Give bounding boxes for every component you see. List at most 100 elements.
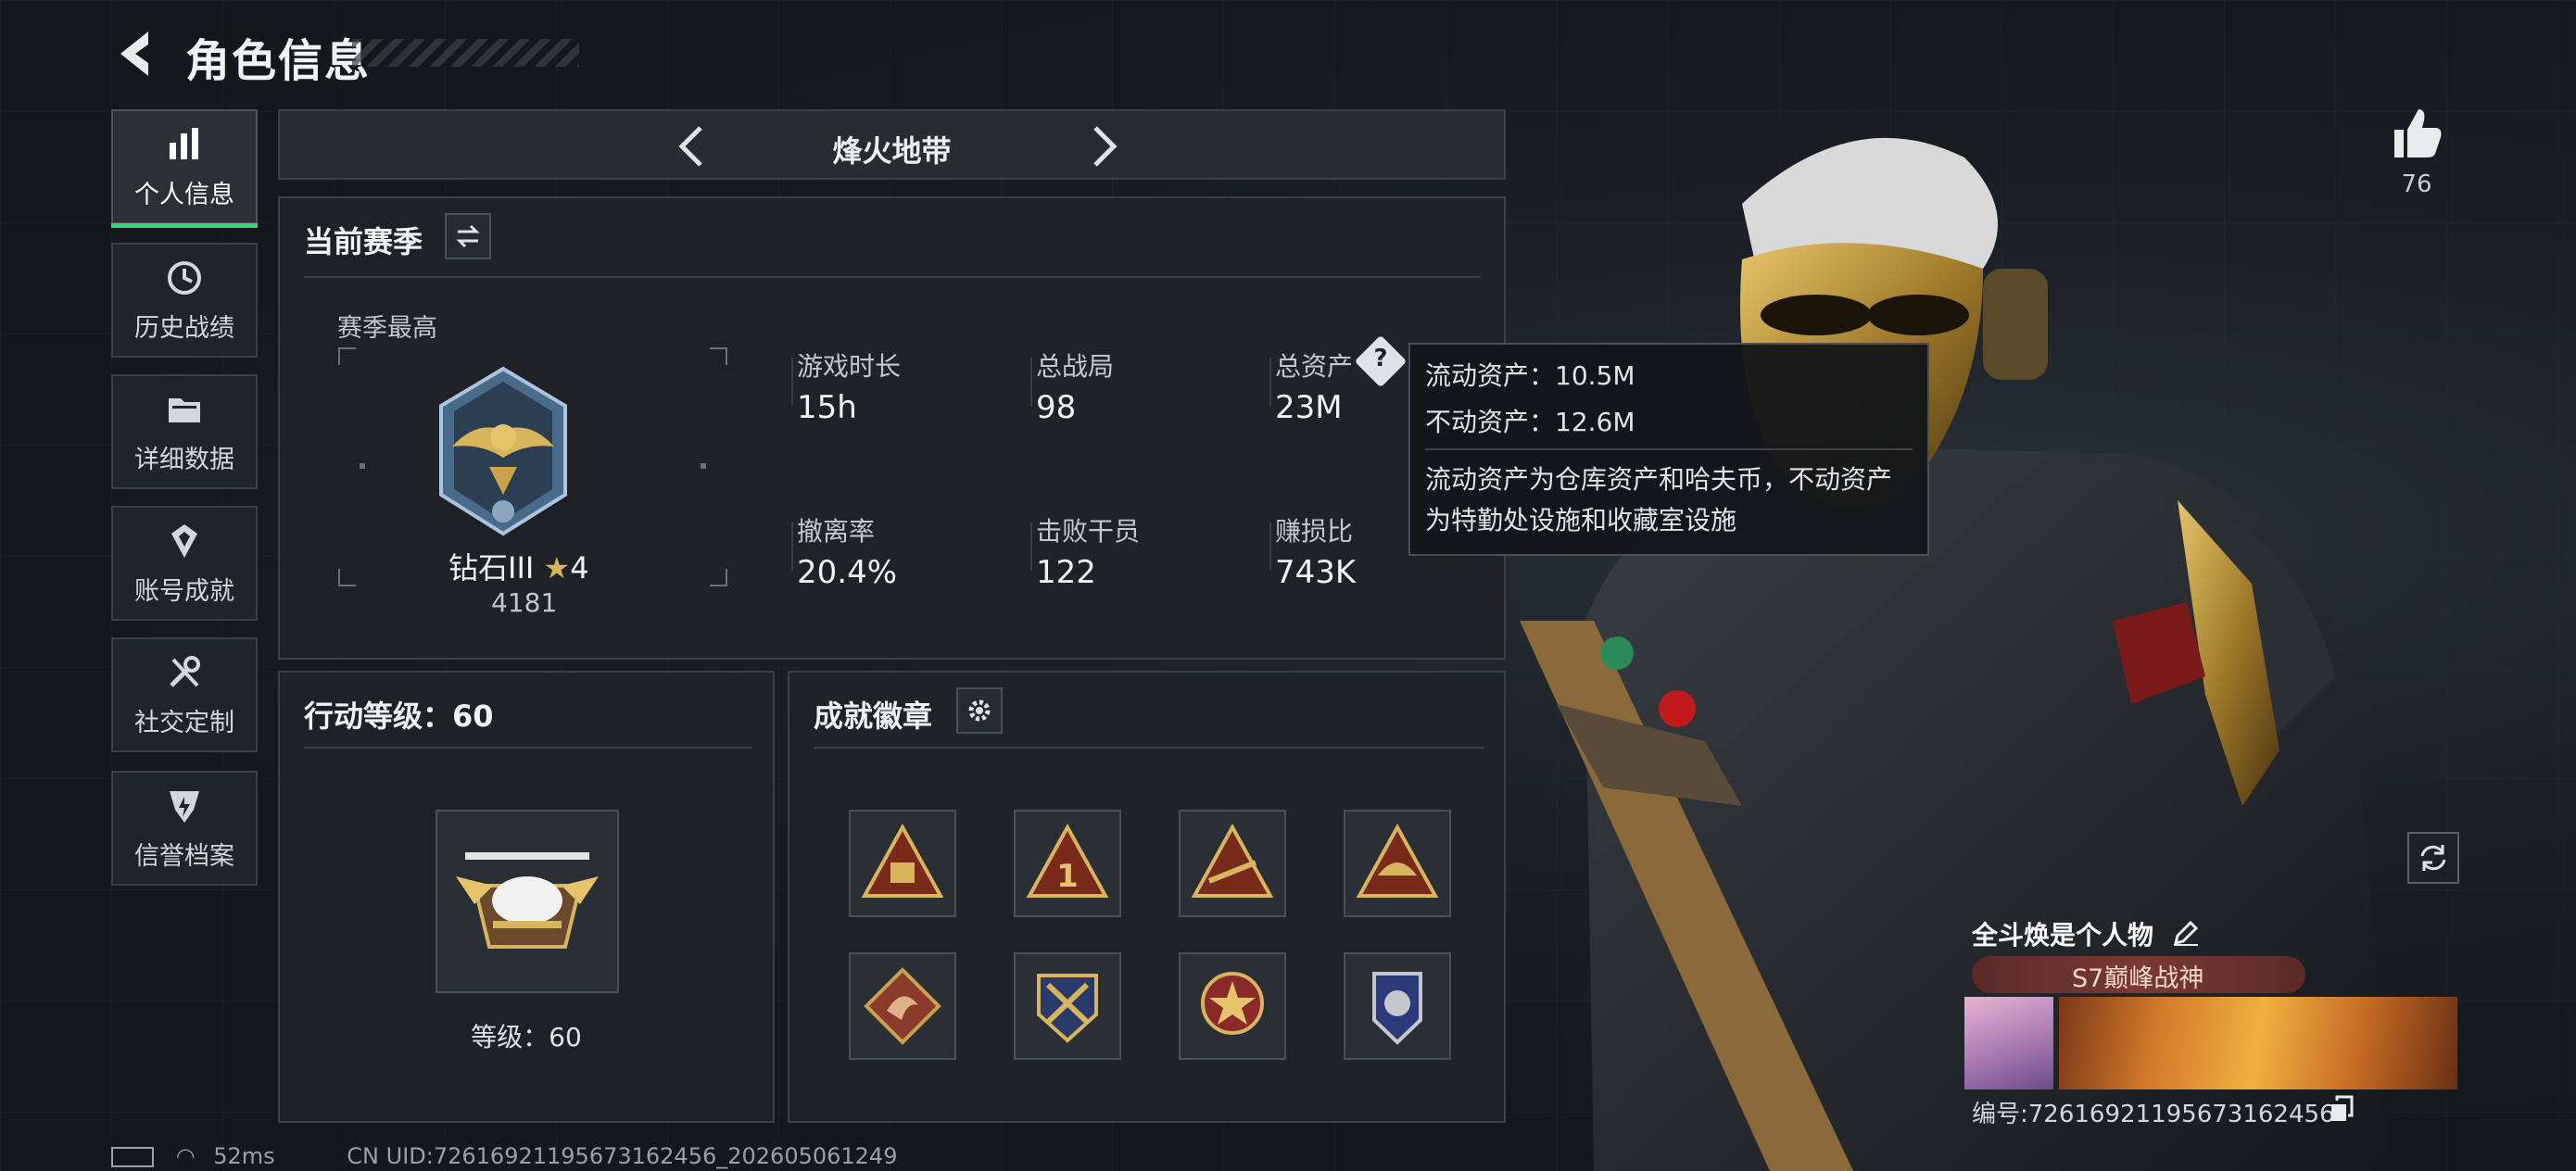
- sidebar-item-label: 信誉档案: [134, 841, 234, 871]
- diamond-rank-emblem-icon: [439, 366, 567, 536]
- back-arrow-icon[interactable]: [109, 26, 165, 82]
- shield-icon: [164, 786, 205, 826]
- stat-value-kills: 122: [1036, 554, 1096, 591]
- avatar[interactable]: [1964, 997, 2053, 1089]
- achievement-icon: [164, 521, 205, 561]
- assets-tooltip: 流动资产：10.5M 不动资产：12.6M 流动资产为仓库资产和哈夫币，不动资产…: [1408, 343, 1929, 556]
- divider: [1425, 448, 1913, 450]
- like-count: 76: [2401, 170, 2432, 198]
- history-clock-icon: [164, 258, 205, 298]
- folder-icon: [164, 389, 205, 430]
- stat-value-playtime: 15h: [797, 389, 857, 426]
- badge-slot-8[interactable]: [1344, 952, 1451, 1060]
- stat-value-extract-rate: 20.4%: [797, 554, 898, 591]
- battery-icon: [111, 1147, 154, 1167]
- mode-selector: 烽火地带: [278, 109, 1506, 180]
- stat-separator: [1269, 358, 1271, 406]
- title-decoration: [352, 39, 579, 67]
- stat-separator: [1030, 358, 1032, 406]
- page-title: 角色信息: [185, 35, 372, 87]
- sidebar-item-history[interactable]: 历史战绩: [111, 243, 258, 358]
- refresh-icon: [2420, 845, 2446, 871]
- season-switch-button[interactable]: [445, 213, 491, 259]
- tooltip-note-line2: 为特勤处设施和收藏室设施: [1425, 505, 1737, 535]
- star-icon: ★: [543, 550, 571, 586]
- wrench-icon: [164, 652, 205, 693]
- sidebar-item-credit[interactable]: 信誉档案: [111, 771, 258, 886]
- wifi-icon: ◠: [175, 1143, 196, 1169]
- action-level-title: 行动等级：60: [304, 699, 494, 734]
- sidebar-item-label: 详细数据: [134, 445, 234, 474]
- badge-slot-4[interactable]: [1344, 810, 1451, 917]
- divider: [304, 276, 1481, 278]
- copy-icon[interactable]: [2328, 1095, 2355, 1123]
- divider: [814, 747, 1484, 749]
- thumbs-up-icon[interactable]: [2389, 106, 2444, 161]
- mode-label: 烽火地带: [832, 133, 952, 169]
- stat-label-profit-ratio: 赚损比: [1275, 516, 1354, 547]
- tooltip-fixed: 不动资产：12.6M: [1425, 407, 1635, 437]
- stat-separator: [791, 523, 793, 571]
- sidebar-item-achievements[interactable]: 账号成就: [111, 506, 258, 621]
- badges-title: 成就徽章: [814, 699, 933, 734]
- swap-arrows-icon: [456, 224, 480, 248]
- season-panel: 当前赛季 赛季最高 钻石III ★4 4181 游戏时长 15h 总战局 98 …: [278, 196, 1506, 660]
- gear-icon: [968, 699, 991, 722]
- number-one-triangle-badge-icon: 1: [1026, 823, 1109, 898]
- stat-separator: [1269, 523, 1271, 571]
- badge-slot-5[interactable]: [849, 952, 956, 1060]
- ping-value: 52ms: [213, 1143, 275, 1169]
- sidebar-item-personal-info[interactable]: 个人信息: [111, 109, 258, 228]
- badge-slot-6[interactable]: [1014, 952, 1121, 1060]
- status-bar: ◠ 52ms CN UID:7261692119567316245​6_2026…: [111, 1143, 897, 1169]
- rank-score: 4181: [491, 587, 558, 618]
- stat-separator: [1030, 523, 1032, 571]
- stat-label-total-assets: 总资产: [1275, 351, 1354, 382]
- stat-label-playtime: 游戏时长: [797, 351, 902, 382]
- rifle-triangle-badge-icon: [1191, 823, 1274, 898]
- badge-slot-3[interactable]: [1179, 810, 1286, 917]
- stat-value-total-assets: 23M: [1275, 389, 1343, 426]
- crate-triangle-badge-icon: [861, 823, 944, 898]
- sidebar-item-label: 历史战绩: [134, 313, 234, 343]
- police-badge-icon: [1372, 972, 1422, 1045]
- help-mark: ?: [1373, 345, 1388, 372]
- player-id: 编号:7261692119567316245​6: [1972, 1101, 2335, 1128]
- uid-text: CN UID:7261692119567316245​6_20260506124…: [347, 1143, 898, 1169]
- divider: [304, 747, 752, 749]
- sidebar-item-label: 个人信息: [134, 180, 234, 209]
- rotate-character-button[interactable]: [2407, 832, 2459, 884]
- stat-label-kills: 击败干员: [1036, 516, 1141, 547]
- level-text: 等级：60: [471, 1022, 582, 1052]
- stat-value-matches: 98: [1036, 389, 1077, 426]
- badge-slot-1[interactable]: [849, 810, 956, 917]
- badges-settings-button[interactable]: [956, 687, 1003, 734]
- level-badge-frame: [436, 810, 619, 993]
- sidebar-item-social[interactable]: 社交定制: [111, 637, 258, 752]
- dragon-badge-icon: [864, 967, 941, 1045]
- stat-label-matches: 总战局: [1036, 351, 1115, 382]
- sidebar-item-label: 账号成就: [134, 576, 234, 606]
- edit-pencil-icon[interactable]: [2172, 919, 2200, 947]
- player-title: S7巅峰战神: [2072, 964, 2204, 993]
- rank-name-row: 钻石III ★4: [448, 545, 589, 587]
- stat-value-profit-ratio: 743K: [1275, 554, 1357, 591]
- next-mode-chevron-icon[interactable]: [1077, 120, 1129, 172]
- ship-triangle-badge-icon: [1356, 823, 1439, 898]
- sidebar-item-detail-data[interactable]: 详细数据: [111, 374, 258, 489]
- badge-slot-7[interactable]: [1179, 952, 1286, 1060]
- svg-text:1: 1: [1056, 858, 1079, 895]
- rank-name: 钻石III: [448, 550, 535, 586]
- profile-card: 全斗焕是个人物 S7巅峰战神 编号:7261692119567316245​6: [1961, 912, 2461, 1128]
- badges-panel: 成就徽章 1: [788, 671, 1506, 1123]
- tooltip-liquid: 流动资产：10.5M: [1425, 360, 1635, 391]
- badge-slot-2[interactable]: 1: [1014, 810, 1121, 917]
- crossed-rifles-badge-icon: [1037, 974, 1098, 1043]
- sidebar-item-label: 社交定制: [134, 708, 234, 737]
- tooltip-note-line1: 流动资产为仓库资产和哈夫币，不动资产: [1425, 464, 1893, 495]
- stat-label-extract-rate: 撤离率: [797, 516, 876, 547]
- stat-separator: [791, 358, 793, 406]
- season-best-label: 赛季最高: [337, 314, 437, 343]
- star-cross-badge-icon: [1201, 972, 1264, 1035]
- name-card-banner[interactable]: [2059, 997, 2457, 1089]
